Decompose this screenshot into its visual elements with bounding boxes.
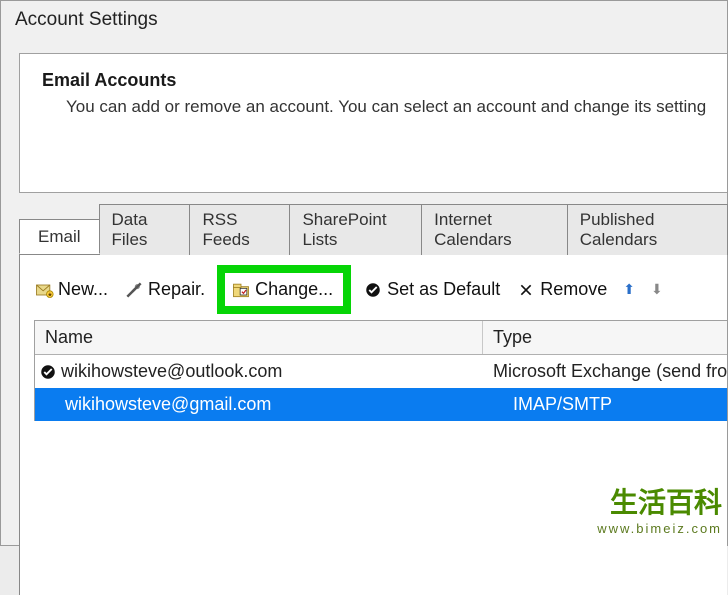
- set-default-label: Set as Default: [387, 279, 500, 300]
- change-label: Change...: [255, 279, 333, 300]
- tab-sharepoint-lists[interactable]: SharePoint Lists: [289, 204, 422, 255]
- account-name-cell: wikihowsteve@gmail.com: [65, 394, 271, 415]
- remove-x-icon: [516, 280, 536, 300]
- account-settings-window: Account Settings Email Accounts You can …: [0, 0, 728, 546]
- email-accounts-panel: Email Accounts You can add or remove an …: [19, 53, 727, 193]
- col-header-name[interactable]: Name: [35, 321, 483, 354]
- tab-strip: Email Data Files RSS Feeds SharePoint Li…: [19, 203, 727, 255]
- change-folder-icon: [231, 280, 251, 300]
- tab-data-files[interactable]: Data Files: [99, 204, 191, 255]
- watermark-chars: 生活百科: [597, 481, 722, 521]
- tab-body-email: ★ New... Repair. Change...: [19, 255, 727, 595]
- tab-published-calendars[interactable]: Published Calendars: [567, 204, 728, 255]
- remove-label: Remove: [540, 279, 607, 300]
- svg-text:★: ★: [47, 291, 52, 298]
- table-row[interactable]: wikihowsteve@gmail.com IMAP/SMTP: [35, 388, 727, 421]
- table-row[interactable]: wikihowsteve@outlook.com Microsoft Excha…: [35, 355, 727, 388]
- arrow-up-icon: ⬆: [623, 281, 635, 298]
- accounts-toolbar: ★ New... Repair. Change...: [20, 275, 727, 320]
- window-title: Account Settings: [1, 1, 727, 35]
- change-account-button[interactable]: Change...: [231, 279, 333, 300]
- tab-internet-calendars[interactable]: Internet Calendars: [421, 204, 568, 255]
- new-account-button[interactable]: ★ New...: [28, 275, 114, 304]
- repair-label: Repair.: [148, 279, 205, 300]
- remove-account-button[interactable]: Remove: [510, 275, 613, 304]
- accounts-table: Name Type wikihowsteve@outlook.com Micro…: [34, 320, 727, 421]
- panel-heading: Email Accounts: [42, 70, 727, 91]
- new-label: New...: [58, 279, 108, 300]
- watermark: 生活百科 www.bimeiz.com: [597, 481, 722, 536]
- default-check-icon: [39, 363, 57, 381]
- arrow-down-icon: ⬇: [651, 281, 663, 298]
- table-header: Name Type: [35, 321, 727, 355]
- watermark-url: www.bimeiz.com: [597, 521, 722, 536]
- account-type-cell: Microsoft Exchange (send from t: [483, 355, 727, 388]
- repair-account-button[interactable]: Repair.: [118, 275, 211, 304]
- tabs-container: Email Data Files RSS Feeds SharePoint Li…: [19, 203, 727, 595]
- move-down-button[interactable]: ⬇: [645, 277, 669, 302]
- change-highlight: Change...: [217, 265, 351, 314]
- tab-email[interactable]: Email: [19, 219, 100, 254]
- col-header-type[interactable]: Type: [483, 321, 727, 354]
- set-default-button[interactable]: Set as Default: [357, 275, 506, 304]
- check-circle-icon: [363, 280, 383, 300]
- account-name-cell: wikihowsteve@outlook.com: [61, 361, 282, 382]
- account-type-cell: IMAP/SMTP: [483, 388, 727, 421]
- new-envelope-icon: ★: [34, 280, 54, 300]
- panel-description: You can add or remove an account. You ca…: [42, 97, 727, 117]
- repair-tools-icon: [124, 280, 144, 300]
- tab-rss-feeds[interactable]: RSS Feeds: [189, 204, 290, 255]
- move-up-button[interactable]: ⬆: [617, 277, 641, 302]
